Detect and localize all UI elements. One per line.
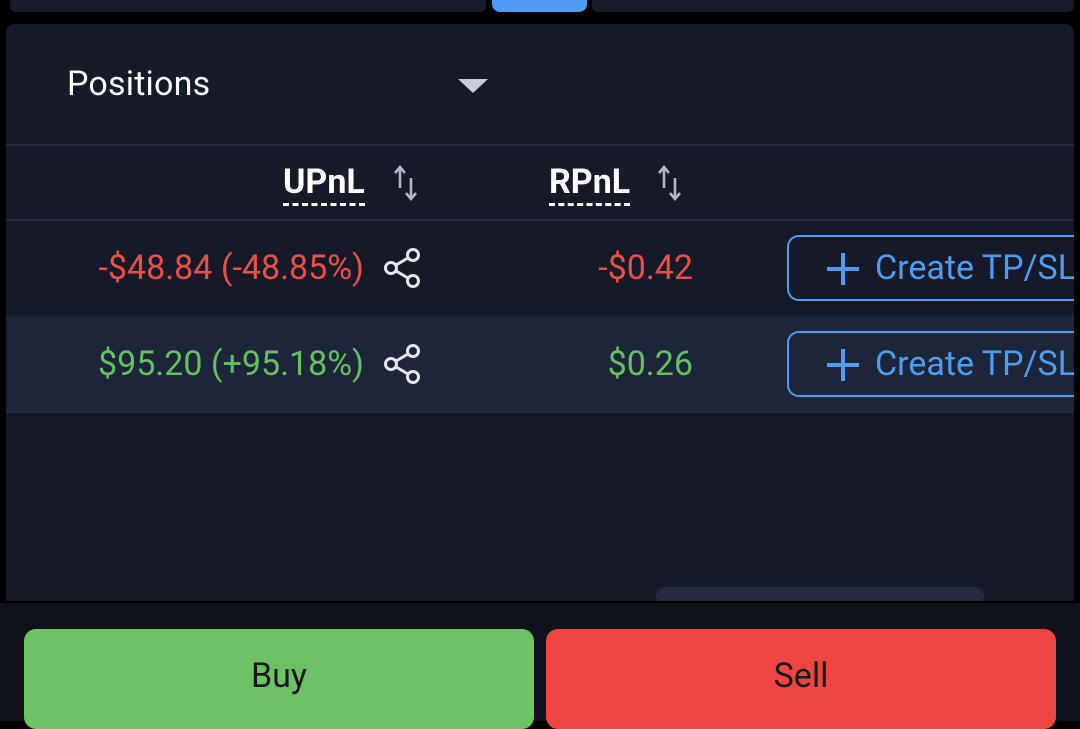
positions-panel: Positions UPnL RPnL -$48.84 (-48.85%) -$…: [6, 24, 1074, 624]
row-divider: [6, 411, 1074, 413]
table-row: -$48.84 (-48.85%) -$0.42 Create TP/SL: [6, 221, 1074, 315]
plus-icon: [827, 253, 859, 285]
share-icon[interactable]: [382, 343, 422, 385]
top-bar-right: [592, 0, 1074, 12]
top-strip: [0, 0, 1080, 14]
rpnl-value: -$0.42: [598, 248, 693, 288]
buy-button[interactable]: Buy: [24, 629, 534, 729]
panel-title: Positions: [67, 64, 211, 104]
header-divider: [6, 144, 1074, 146]
panel-header: Positions: [6, 24, 1074, 144]
upnl-value: -$48.84 (-48.85%): [98, 248, 364, 288]
create-tpsl-label: Create TP/SL: [875, 344, 1074, 384]
create-tpsl-button[interactable]: Create TP/SL: [787, 235, 1074, 301]
drag-handle[interactable]: [492, 0, 587, 12]
share-icon[interactable]: [382, 247, 422, 289]
plus-icon: [827, 349, 859, 381]
top-bar-left: [10, 0, 486, 12]
create-tpsl-button[interactable]: Create TP/SL: [787, 331, 1074, 397]
column-header-upnl[interactable]: UPnL: [283, 162, 417, 210]
rpnl-value: $0.26: [607, 344, 693, 384]
upnl-value: $95.20 (+95.18%): [97, 344, 364, 384]
bottom-action-bar: Buy Sell: [0, 601, 1080, 729]
sort-icon[interactable]: [655, 164, 685, 202]
column-header-upnl-label: UPnL: [283, 163, 365, 206]
sell-button[interactable]: Sell: [546, 629, 1056, 729]
create-tpsl-label: Create TP/SL: [875, 248, 1074, 288]
sort-icon[interactable]: [391, 164, 421, 202]
table-row: $95.20 (+95.18%) $0.26 Create TP/SL: [6, 317, 1074, 411]
column-header-rpnl[interactable]: RPnL: [549, 162, 681, 210]
column-header-rpnl-label: RPnL: [549, 163, 631, 206]
chevron-down-icon[interactable]: [458, 79, 488, 93]
